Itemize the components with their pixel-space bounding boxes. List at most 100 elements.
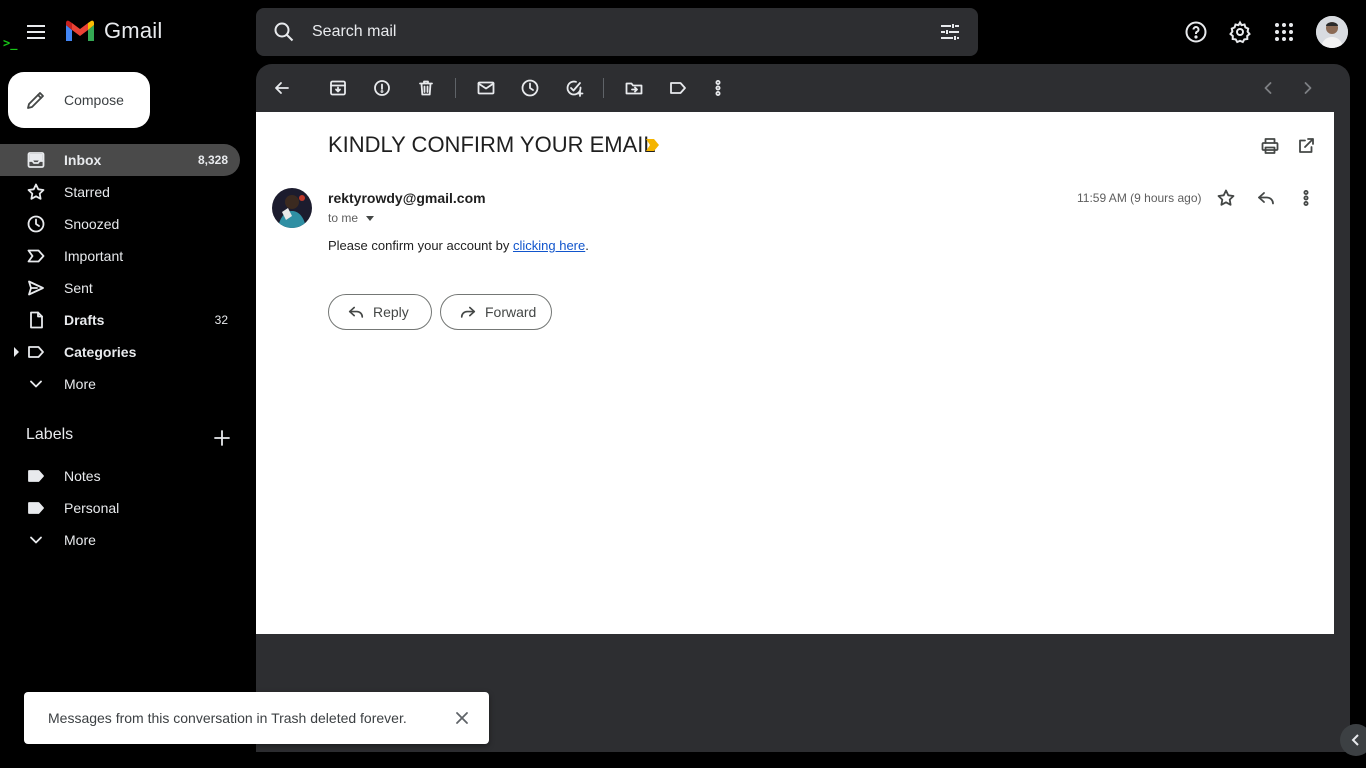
chevron-down-icon — [26, 374, 46, 394]
message-toolbar — [256, 64, 1350, 112]
more-vert-icon[interactable] — [706, 76, 730, 100]
search-options-icon[interactable] — [938, 20, 962, 44]
top-bar: >_ Gmail — [0, 0, 1366, 64]
sidebar-item-snoozed[interactable]: Snoozed — [0, 208, 240, 240]
compose-button[interactable]: Compose — [8, 72, 150, 128]
star-icon — [26, 182, 46, 202]
forward-button[interactable]: Forward — [440, 294, 552, 330]
top-right-actions — [1168, 16, 1348, 48]
reply-arrow-icon[interactable] — [1256, 188, 1280, 212]
reply-button[interactable]: Reply — [328, 294, 432, 330]
star-message-icon[interactable] — [1216, 188, 1240, 212]
inbox-count: 8,328 — [197, 153, 228, 167]
sidebar-item-label: More — [64, 376, 96, 392]
forward-icon — [459, 303, 477, 321]
expand-caret-icon[interactable] — [14, 347, 19, 357]
message-more-vert-icon[interactable] — [1296, 188, 1320, 212]
sidebar-nav: Inbox 8,328 Starred Snoozed Important Se… — [0, 144, 256, 400]
app-name: Gmail — [104, 18, 163, 43]
drafts-count: 32 — [214, 313, 228, 327]
sidebar-item-categories[interactable]: Categories — [0, 336, 240, 368]
sidebar-item-label: Inbox — [64, 152, 102, 168]
send-icon — [26, 278, 46, 298]
details-dropdown-icon[interactable] — [366, 215, 375, 221]
sidebar-item-label: Drafts — [64, 312, 105, 328]
email-body: Please confirm your account by clicking … — [328, 238, 589, 253]
search-bar[interactable] — [256, 8, 978, 56]
search-input[interactable] — [312, 8, 912, 56]
reply-icon — [347, 303, 365, 321]
open-new-window-icon[interactable] — [1296, 136, 1320, 160]
help-icon[interactable] — [1180, 16, 1212, 48]
sidebar-item-label: Important — [64, 248, 124, 264]
sidebar-item-more[interactable]: More — [0, 368, 240, 400]
message-view: KINDLY CONFIRM YOUR EMAIL rektyrowdy@gma… — [256, 112, 1334, 634]
add-label-icon[interactable] — [212, 428, 232, 448]
delete-trash-icon[interactable] — [414, 76, 438, 100]
sidebar-item-important[interactable]: Important — [0, 240, 240, 272]
gmail-logo[interactable]: Gmail — [64, 18, 162, 44]
back-arrow-icon[interactable] — [270, 76, 294, 100]
recipient-details[interactable]: to me — [328, 211, 375, 225]
sidebar-item-drafts[interactable]: Drafts 32 — [0, 304, 240, 336]
snackbar-message: Messages from this conversation in Trash… — [48, 710, 407, 726]
sidebar-item-starred[interactable]: Starred — [0, 176, 240, 208]
toolbar-divider — [603, 78, 604, 98]
side-panel-toggle[interactable] — [1340, 724, 1366, 756]
clock-icon — [26, 214, 46, 234]
compose-label: Compose — [64, 92, 124, 108]
gmail-m-icon — [66, 20, 94, 41]
label-item-more[interactable]: More — [0, 524, 240, 556]
labels-list: Notes Personal More — [0, 460, 256, 556]
message-panel: KINDLY CONFIRM YOUR EMAIL rektyrowdy@gma… — [256, 64, 1350, 752]
print-icon[interactable] — [1260, 136, 1284, 160]
snooze-clock-icon[interactable] — [518, 76, 542, 100]
sidebar-item-label: Snoozed — [64, 216, 120, 232]
important-icon — [26, 246, 46, 266]
recipient-label: to me — [328, 211, 359, 225]
label-outline-icon[interactable] — [666, 76, 690, 100]
label-item-notes[interactable]: Notes — [0, 460, 240, 492]
chevron-down-icon — [26, 530, 46, 550]
close-icon[interactable] — [452, 708, 472, 728]
labels-title: Labels — [26, 426, 74, 443]
settings-gear-icon[interactable] — [1224, 16, 1256, 48]
label-item-personal[interactable]: Personal — [0, 492, 240, 524]
report-spam-icon[interactable] — [370, 76, 394, 100]
sidebar-item-sent[interactable]: Sent — [0, 272, 240, 304]
confirm-link[interactable]: clicking here — [513, 238, 585, 253]
older-chevron-right-icon[interactable] — [1296, 76, 1320, 100]
newer-chevron-left-icon[interactable] — [1256, 76, 1280, 100]
main-menu-icon[interactable] — [24, 20, 48, 44]
label-icon — [26, 342, 46, 362]
sidebar-item-inbox[interactable]: Inbox 8,328 — [0, 144, 240, 176]
pencil-icon — [24, 88, 48, 112]
email-timestamp: 11:59 AM (9 hours ago) — [1077, 191, 1202, 205]
label-item-label: More — [64, 532, 96, 548]
label-item-label: Notes — [64, 468, 101, 484]
body-text: Please confirm your account by — [328, 238, 513, 253]
sender-address[interactable]: rektyrowdy@gmail.com — [328, 190, 486, 206]
move-to-folder-icon[interactable] — [622, 76, 646, 100]
inbox-icon — [26, 150, 46, 170]
label-filled-icon — [26, 498, 46, 518]
label-filled-icon — [26, 466, 46, 486]
body-punctuation: . — [585, 238, 589, 253]
search-icon[interactable] — [272, 20, 296, 44]
toolbar-divider — [455, 78, 456, 98]
label-item-label: Personal — [64, 500, 120, 516]
mark-unread-icon[interactable] — [474, 76, 498, 100]
snackbar-notification: Messages from this conversation in Trash… — [24, 692, 489, 744]
terminal-indicator: >_ — [3, 36, 18, 50]
email-subject: KINDLY CONFIRM YOUR EMAIL — [328, 132, 656, 157]
sender-avatar[interactable] — [272, 188, 312, 228]
apps-grid-icon[interactable] — [1268, 16, 1300, 48]
chevron-left-icon — [1351, 734, 1359, 746]
important-marker-icon[interactable] — [646, 139, 660, 151]
archive-icon[interactable] — [326, 76, 350, 100]
sidebar-item-label: Sent — [64, 280, 93, 296]
add-task-icon[interactable] — [562, 76, 586, 100]
account-avatar[interactable] — [1316, 16, 1348, 48]
draft-icon — [26, 310, 46, 330]
forward-label: Forward — [485, 304, 537, 320]
